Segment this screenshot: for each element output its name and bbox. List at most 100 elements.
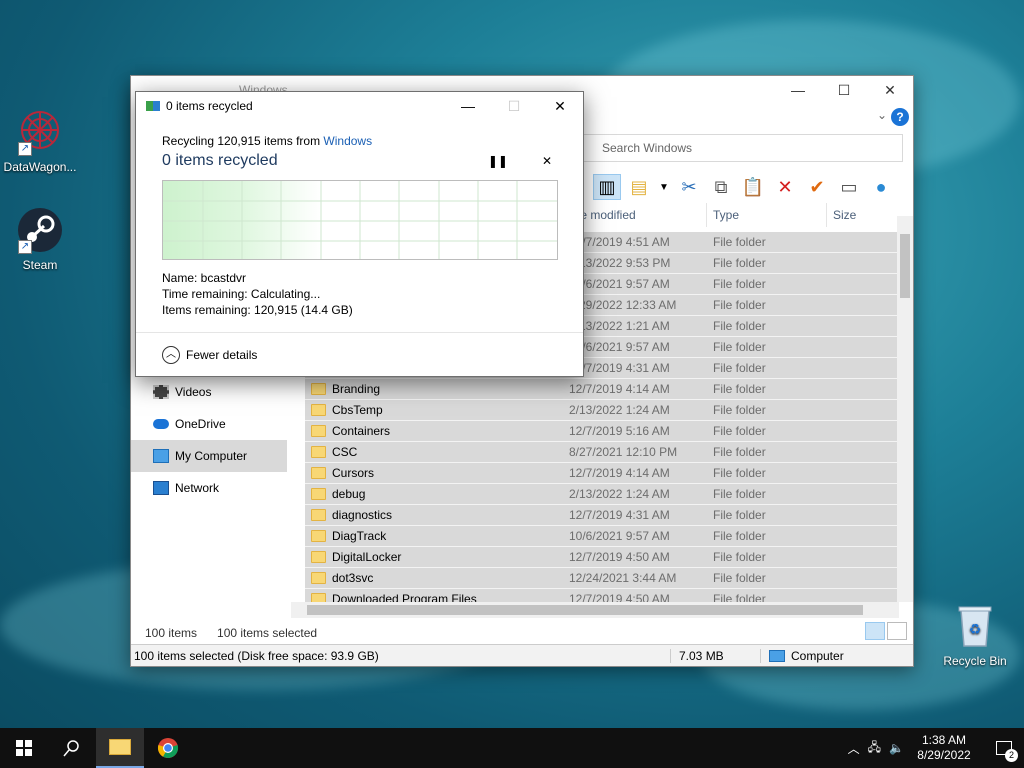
sidebar-item-videos[interactable]: Videos bbox=[131, 376, 291, 408]
item-count: 100 items bbox=[145, 626, 198, 640]
new-folder-icon[interactable]: ▤ bbox=[625, 174, 653, 200]
network-icon[interactable]: 🖧 bbox=[868, 738, 881, 759]
row-date: 12/7/2019 4:31 AM bbox=[569, 361, 670, 375]
row-name: CSC bbox=[332, 445, 358, 459]
folder-icon bbox=[311, 425, 326, 437]
horizontal-scroll-thumb[interactable] bbox=[307, 605, 863, 615]
fewer-details-button[interactable]: ︿ Fewer details bbox=[162, 346, 257, 364]
preview-pane-icon[interactable]: ▥ bbox=[593, 174, 621, 200]
cut-icon[interactable]: ✂ bbox=[675, 174, 703, 200]
folder-icon bbox=[311, 467, 326, 479]
sidebar-item-network[interactable]: Network bbox=[131, 472, 291, 504]
details-view-icon[interactable] bbox=[865, 622, 885, 640]
table-row[interactable]: dot3svc 12/24/2021 3:44 AM File folder bbox=[305, 568, 897, 589]
pause-icon[interactable]: ❚❚ bbox=[488, 154, 508, 168]
navigation-pane: Videos OneDrive My Computer Network bbox=[131, 376, 291, 504]
table-row[interactable]: Containers 12/7/2019 5:16 AM File folder bbox=[305, 421, 897, 442]
column-type[interactable]: Type bbox=[707, 203, 827, 227]
row-name: Branding bbox=[332, 382, 381, 396]
column-size[interactable]: Size bbox=[827, 203, 903, 227]
row-date: 2/13/2022 1:24 AM bbox=[569, 403, 670, 417]
shell-icon[interactable]: ● bbox=[867, 174, 895, 200]
desktop-icon-datawagon[interactable]: ↗ DataWagon... bbox=[0, 108, 80, 174]
dialog-window-controls: — ☐ ✕ bbox=[445, 92, 583, 120]
row-type: File folder bbox=[713, 466, 766, 480]
row-date: 8/27/2021 12:10 PM bbox=[569, 445, 678, 459]
explorer-window-controls: — ☐ ✕ bbox=[775, 76, 913, 104]
minimize-button[interactable]: — bbox=[775, 76, 821, 104]
sidebar-item-label: My Computer bbox=[175, 449, 248, 463]
chevron-up-icon[interactable]: ︿ bbox=[848, 740, 860, 757]
windows-logo-icon bbox=[16, 740, 32, 756]
close-icon[interactable]: ✕ bbox=[542, 154, 552, 168]
network-icon bbox=[153, 481, 169, 495]
status-location: Computer bbox=[761, 649, 844, 663]
start-button[interactable] bbox=[0, 728, 48, 768]
table-row[interactable]: Branding 12/7/2019 4:14 AM File folder bbox=[305, 379, 897, 400]
column-date-modified[interactable]: te modified bbox=[571, 203, 707, 227]
row-name: dot3svc bbox=[332, 571, 374, 585]
close-button[interactable]: ✕ bbox=[867, 76, 913, 104]
minimize-button[interactable]: — bbox=[445, 92, 491, 120]
row-type: File folder bbox=[713, 571, 766, 585]
maximize-button: ☐ bbox=[507, 97, 521, 114]
shortcut-arrow-icon: ↗ bbox=[18, 240, 32, 254]
notification-center-button[interactable]: 2 bbox=[984, 728, 1024, 768]
folder-icon bbox=[311, 551, 326, 563]
row-date: 12/7/2019 4:31 AM bbox=[569, 508, 670, 522]
steam-icon: ↗ bbox=[16, 206, 64, 254]
table-row[interactable]: DiagTrack 10/6/2021 9:57 AM File folder bbox=[305, 526, 897, 547]
sidebar-item-onedrive[interactable]: OneDrive bbox=[131, 408, 291, 440]
rename-icon[interactable]: ▭ bbox=[835, 174, 863, 200]
row-name: DiagTrack bbox=[332, 529, 387, 543]
row-name: diagnostics bbox=[332, 508, 393, 522]
vertical-scroll-thumb[interactable] bbox=[900, 234, 910, 298]
file-explorer-taskbar-icon[interactable] bbox=[96, 728, 144, 768]
folder-icon bbox=[311, 446, 326, 458]
row-type: File folder bbox=[713, 361, 766, 375]
table-row[interactable]: diagnostics 12/7/2019 4:31 AM File folder bbox=[305, 505, 897, 526]
row-date: 12/7/2019 4:14 AM bbox=[569, 466, 670, 480]
table-row[interactable]: Cursors 12/7/2019 4:14 AM File folder bbox=[305, 463, 897, 484]
paste-icon[interactable]: 📋 bbox=[739, 174, 767, 200]
recycle-icon bbox=[146, 101, 160, 111]
search-icon[interactable] bbox=[48, 728, 96, 768]
table-row[interactable]: CSC 8/27/2021 12:10 PM File folder bbox=[305, 442, 897, 463]
row-date: 10/6/2021 9:57 AM bbox=[569, 277, 670, 291]
folder-icon bbox=[311, 404, 326, 416]
volume-icon[interactable]: 🔈 bbox=[889, 741, 904, 755]
delete-icon[interactable]: ✕ bbox=[771, 174, 799, 200]
row-date: 2/13/2022 1:21 AM bbox=[569, 319, 670, 333]
table-row[interactable]: DigitalLocker 12/7/2019 4:50 AM File folde… bbox=[305, 547, 897, 568]
table-row[interactable]: CbsTemp 2/13/2022 1:24 AM File folder bbox=[305, 400, 897, 421]
desktop-icon-recycle-bin[interactable]: ♻ Recycle Bin bbox=[935, 602, 1015, 668]
horizontal-scrollbar[interactable] bbox=[291, 602, 899, 618]
apply-check-icon[interactable]: ✔ bbox=[803, 174, 831, 200]
sidebar-item-my-computer[interactable]: My Computer bbox=[131, 440, 287, 472]
dialog-title: 0 items recycled bbox=[166, 99, 253, 113]
help-icon[interactable]: ? bbox=[891, 108, 909, 126]
desktop-icon-steam[interactable]: ↗ Steam bbox=[0, 206, 80, 272]
source-folder-link[interactable]: Windows bbox=[323, 134, 372, 148]
close-button[interactable]: ✕ bbox=[537, 92, 583, 120]
desktop-icon-label: DataWagon... bbox=[3, 160, 77, 174]
explorer-toolbar: ▥ ▤ ▼ ✂ ⧉ 📋 ✕ ✔ ▭ ● bbox=[593, 172, 895, 202]
row-type: File folder bbox=[713, 550, 766, 564]
row-type: File folder bbox=[713, 508, 766, 522]
row-date: 12/24/2021 3:44 AM bbox=[569, 571, 677, 585]
taskbar: ︿ 🖧 🔈 1:38 AM 8/29/2022 2 bbox=[0, 728, 1024, 768]
chrome-taskbar-icon[interactable] bbox=[144, 728, 192, 768]
row-name: DigitalLocker bbox=[332, 550, 402, 564]
row-type: File folder bbox=[713, 403, 766, 417]
search-input[interactable]: Search Windows bbox=[581, 134, 903, 162]
desktop-icon-label: Recycle Bin bbox=[943, 654, 1007, 668]
maximize-button[interactable]: ☐ bbox=[821, 76, 867, 104]
large-icons-view-icon[interactable] bbox=[887, 622, 907, 640]
vertical-scrollbar[interactable] bbox=[897, 216, 913, 602]
row-type: File folder bbox=[713, 235, 766, 249]
ribbon-collapse-chevron-icon[interactable]: ⌄ bbox=[877, 108, 887, 122]
table-row[interactable]: debug 2/13/2022 1:24 AM File folder bbox=[305, 484, 897, 505]
copy-icon[interactable]: ⧉ bbox=[707, 174, 735, 200]
clock[interactable]: 1:38 AM 8/29/2022 bbox=[912, 733, 976, 763]
dropdown-arrow-icon[interactable]: ▼ bbox=[657, 174, 671, 200]
